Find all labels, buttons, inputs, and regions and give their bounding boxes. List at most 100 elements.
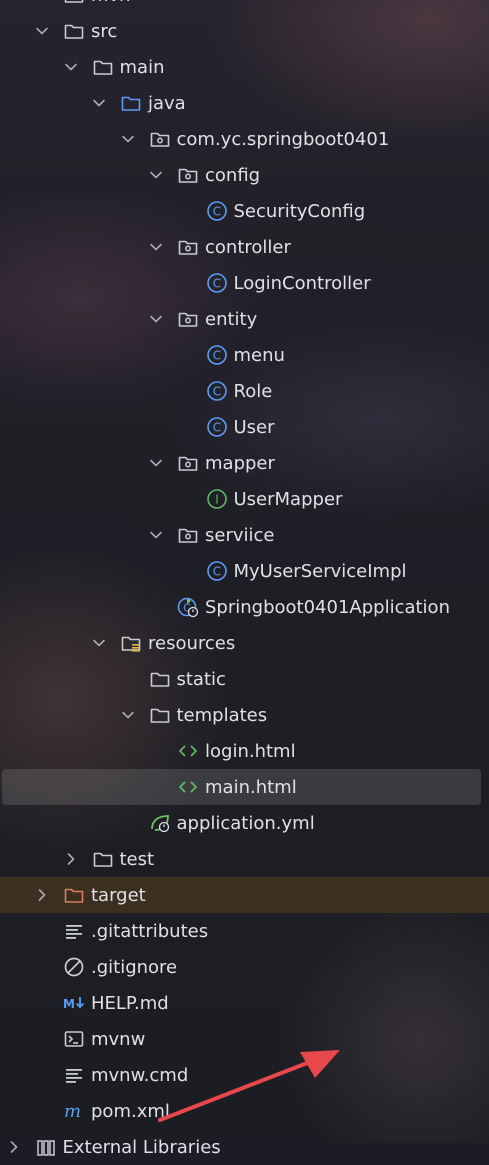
svg-text:C: C bbox=[212, 421, 220, 435]
tree-item-label: mapper bbox=[205, 452, 275, 474]
folder-icon bbox=[92, 848, 114, 870]
tree-item-mapper[interactable]: mapper bbox=[0, 445, 489, 481]
tree-item-label: MyUserServiceImpl bbox=[233, 560, 407, 582]
svg-text:I: I bbox=[215, 493, 219, 507]
folder-icon bbox=[149, 668, 171, 690]
chevron-right-icon[interactable] bbox=[35, 888, 49, 902]
folder-icon bbox=[63, 20, 85, 42]
spring-boot-class-icon: C bbox=[177, 596, 199, 618]
tree-item-target[interactable]: target bbox=[0, 877, 489, 913]
package-icon bbox=[177, 452, 199, 474]
tree-item-label: src bbox=[91, 20, 118, 42]
excluded-folder-icon bbox=[63, 884, 85, 906]
chevron-down-icon[interactable] bbox=[121, 132, 135, 146]
tree-item-label: static bbox=[176, 668, 226, 690]
tree-item-label: test bbox=[119, 848, 155, 870]
tree-item-login-html[interactable]: login.html bbox=[0, 733, 489, 769]
tree-item-label: mvn bbox=[91, 0, 131, 6]
tree-item-usermapper[interactable]: I UserMapper bbox=[0, 481, 489, 517]
tree-item-static[interactable]: static bbox=[0, 661, 489, 697]
svg-text:m: m bbox=[64, 1101, 81, 1122]
project-tree[interactable]: mvn srcmain java com.yc.springboot0401 confi… bbox=[0, 0, 489, 1158]
tree-item-main-html[interactable]: main.html bbox=[2, 769, 481, 805]
tree-item-user[interactable]: C User bbox=[0, 409, 489, 445]
tree-item-label: HELP.md bbox=[91, 992, 169, 1014]
tree-item-label: main bbox=[119, 56, 165, 78]
tree-item-label: UserMapper bbox=[233, 488, 343, 510]
class-icon: C bbox=[206, 560, 228, 582]
tree-item-myuserserviceimpl[interactable]: C MyUserServiceImpl bbox=[0, 553, 489, 589]
text-file-icon bbox=[63, 1064, 85, 1086]
tree-item-templates[interactable]: templates bbox=[0, 697, 489, 733]
interface-icon: I bbox=[206, 488, 228, 510]
html-file-icon bbox=[177, 776, 199, 798]
tree-item-label: External Libraries bbox=[62, 1136, 221, 1158]
tree-item-main[interactable]: main bbox=[0, 49, 489, 85]
tree-item-mvn[interactable]: mvn bbox=[0, 0, 489, 13]
tree-item-help-md[interactable]: M HELP.md bbox=[0, 985, 489, 1021]
tree-item-label: resources bbox=[148, 632, 236, 654]
tree-item-serviice[interactable]: serviice bbox=[0, 517, 489, 553]
source-folder-icon bbox=[120, 92, 142, 114]
tree-item-label: LoginController bbox=[233, 272, 371, 294]
chevron-right-icon[interactable] bbox=[7, 1140, 21, 1154]
tree-item-logincontroller[interactable]: C LoginController bbox=[0, 265, 489, 301]
tree-item-config[interactable]: config bbox=[0, 157, 489, 193]
tree-item-src[interactable]: src bbox=[0, 13, 489, 49]
class-icon: C bbox=[206, 272, 228, 294]
tree-item-springboot0401application[interactable]: C Springboot0401Application bbox=[0, 589, 489, 625]
ignore-file-icon bbox=[63, 956, 85, 978]
tree-item-label: User bbox=[233, 416, 275, 438]
svg-text:M: M bbox=[63, 997, 75, 1011]
tree-item-label: login.html bbox=[205, 740, 296, 762]
svg-text:C: C bbox=[212, 349, 220, 363]
html-file-icon bbox=[177, 740, 199, 762]
tree-item-label: mvnw bbox=[91, 1028, 146, 1050]
tree-item-gitattributes[interactable]: .gitattributes bbox=[0, 913, 489, 949]
tree-item-java[interactable]: java bbox=[0, 85, 489, 121]
tree-item-com-yc-springboot0401[interactable]: com.yc.springboot0401 bbox=[0, 121, 489, 157]
tree-item-label: serviice bbox=[205, 524, 275, 546]
chevron-down-icon[interactable] bbox=[149, 168, 163, 182]
class-icon: C bbox=[206, 416, 228, 438]
tree-item-test[interactable]: test bbox=[0, 841, 489, 877]
tree-item-gitignore[interactable]: .gitignore bbox=[0, 949, 489, 985]
chevron-down-icon[interactable] bbox=[149, 456, 163, 470]
tree-item-label: target bbox=[91, 884, 146, 906]
tree-item-role[interactable]: C Role bbox=[0, 373, 489, 409]
tree-item-entity[interactable]: entity bbox=[0, 301, 489, 337]
chevron-down-icon[interactable] bbox=[92, 96, 106, 110]
svg-text:C: C bbox=[212, 277, 220, 291]
chevron-right-icon[interactable] bbox=[64, 852, 78, 866]
chevron-down-icon[interactable] bbox=[64, 60, 78, 74]
tree-item-controller[interactable]: controller bbox=[0, 229, 489, 265]
spring-yml-icon bbox=[149, 812, 171, 834]
chevron-down-icon[interactable] bbox=[92, 636, 106, 650]
tree-item-label: Role bbox=[233, 380, 273, 402]
tree-item-application-yml[interactable]: application.yml bbox=[0, 805, 489, 841]
chevron-down-icon[interactable] bbox=[149, 528, 163, 542]
chevron-down-icon[interactable] bbox=[35, 24, 49, 38]
tree-item-menu[interactable]: Cmenu bbox=[0, 337, 489, 373]
tree-item-resources[interactable]: resources bbox=[0, 625, 489, 661]
tree-item-external-libraries[interactable]: External Libraries bbox=[0, 1129, 489, 1165]
folder-icon bbox=[149, 704, 171, 726]
chevron-down-icon[interactable] bbox=[149, 312, 163, 326]
chevron-down-icon[interactable] bbox=[121, 708, 135, 722]
chevron-down-icon[interactable] bbox=[149, 240, 163, 254]
svg-text:C: C bbox=[212, 565, 220, 579]
package-icon bbox=[177, 164, 199, 186]
maven-pom-icon: m bbox=[63, 1100, 85, 1122]
tree-item-securityconfig[interactable]: C SecurityConfig bbox=[0, 193, 489, 229]
tree-item-label: SecurityConfig bbox=[233, 200, 366, 222]
tree-item-label: application.yml bbox=[176, 812, 315, 834]
